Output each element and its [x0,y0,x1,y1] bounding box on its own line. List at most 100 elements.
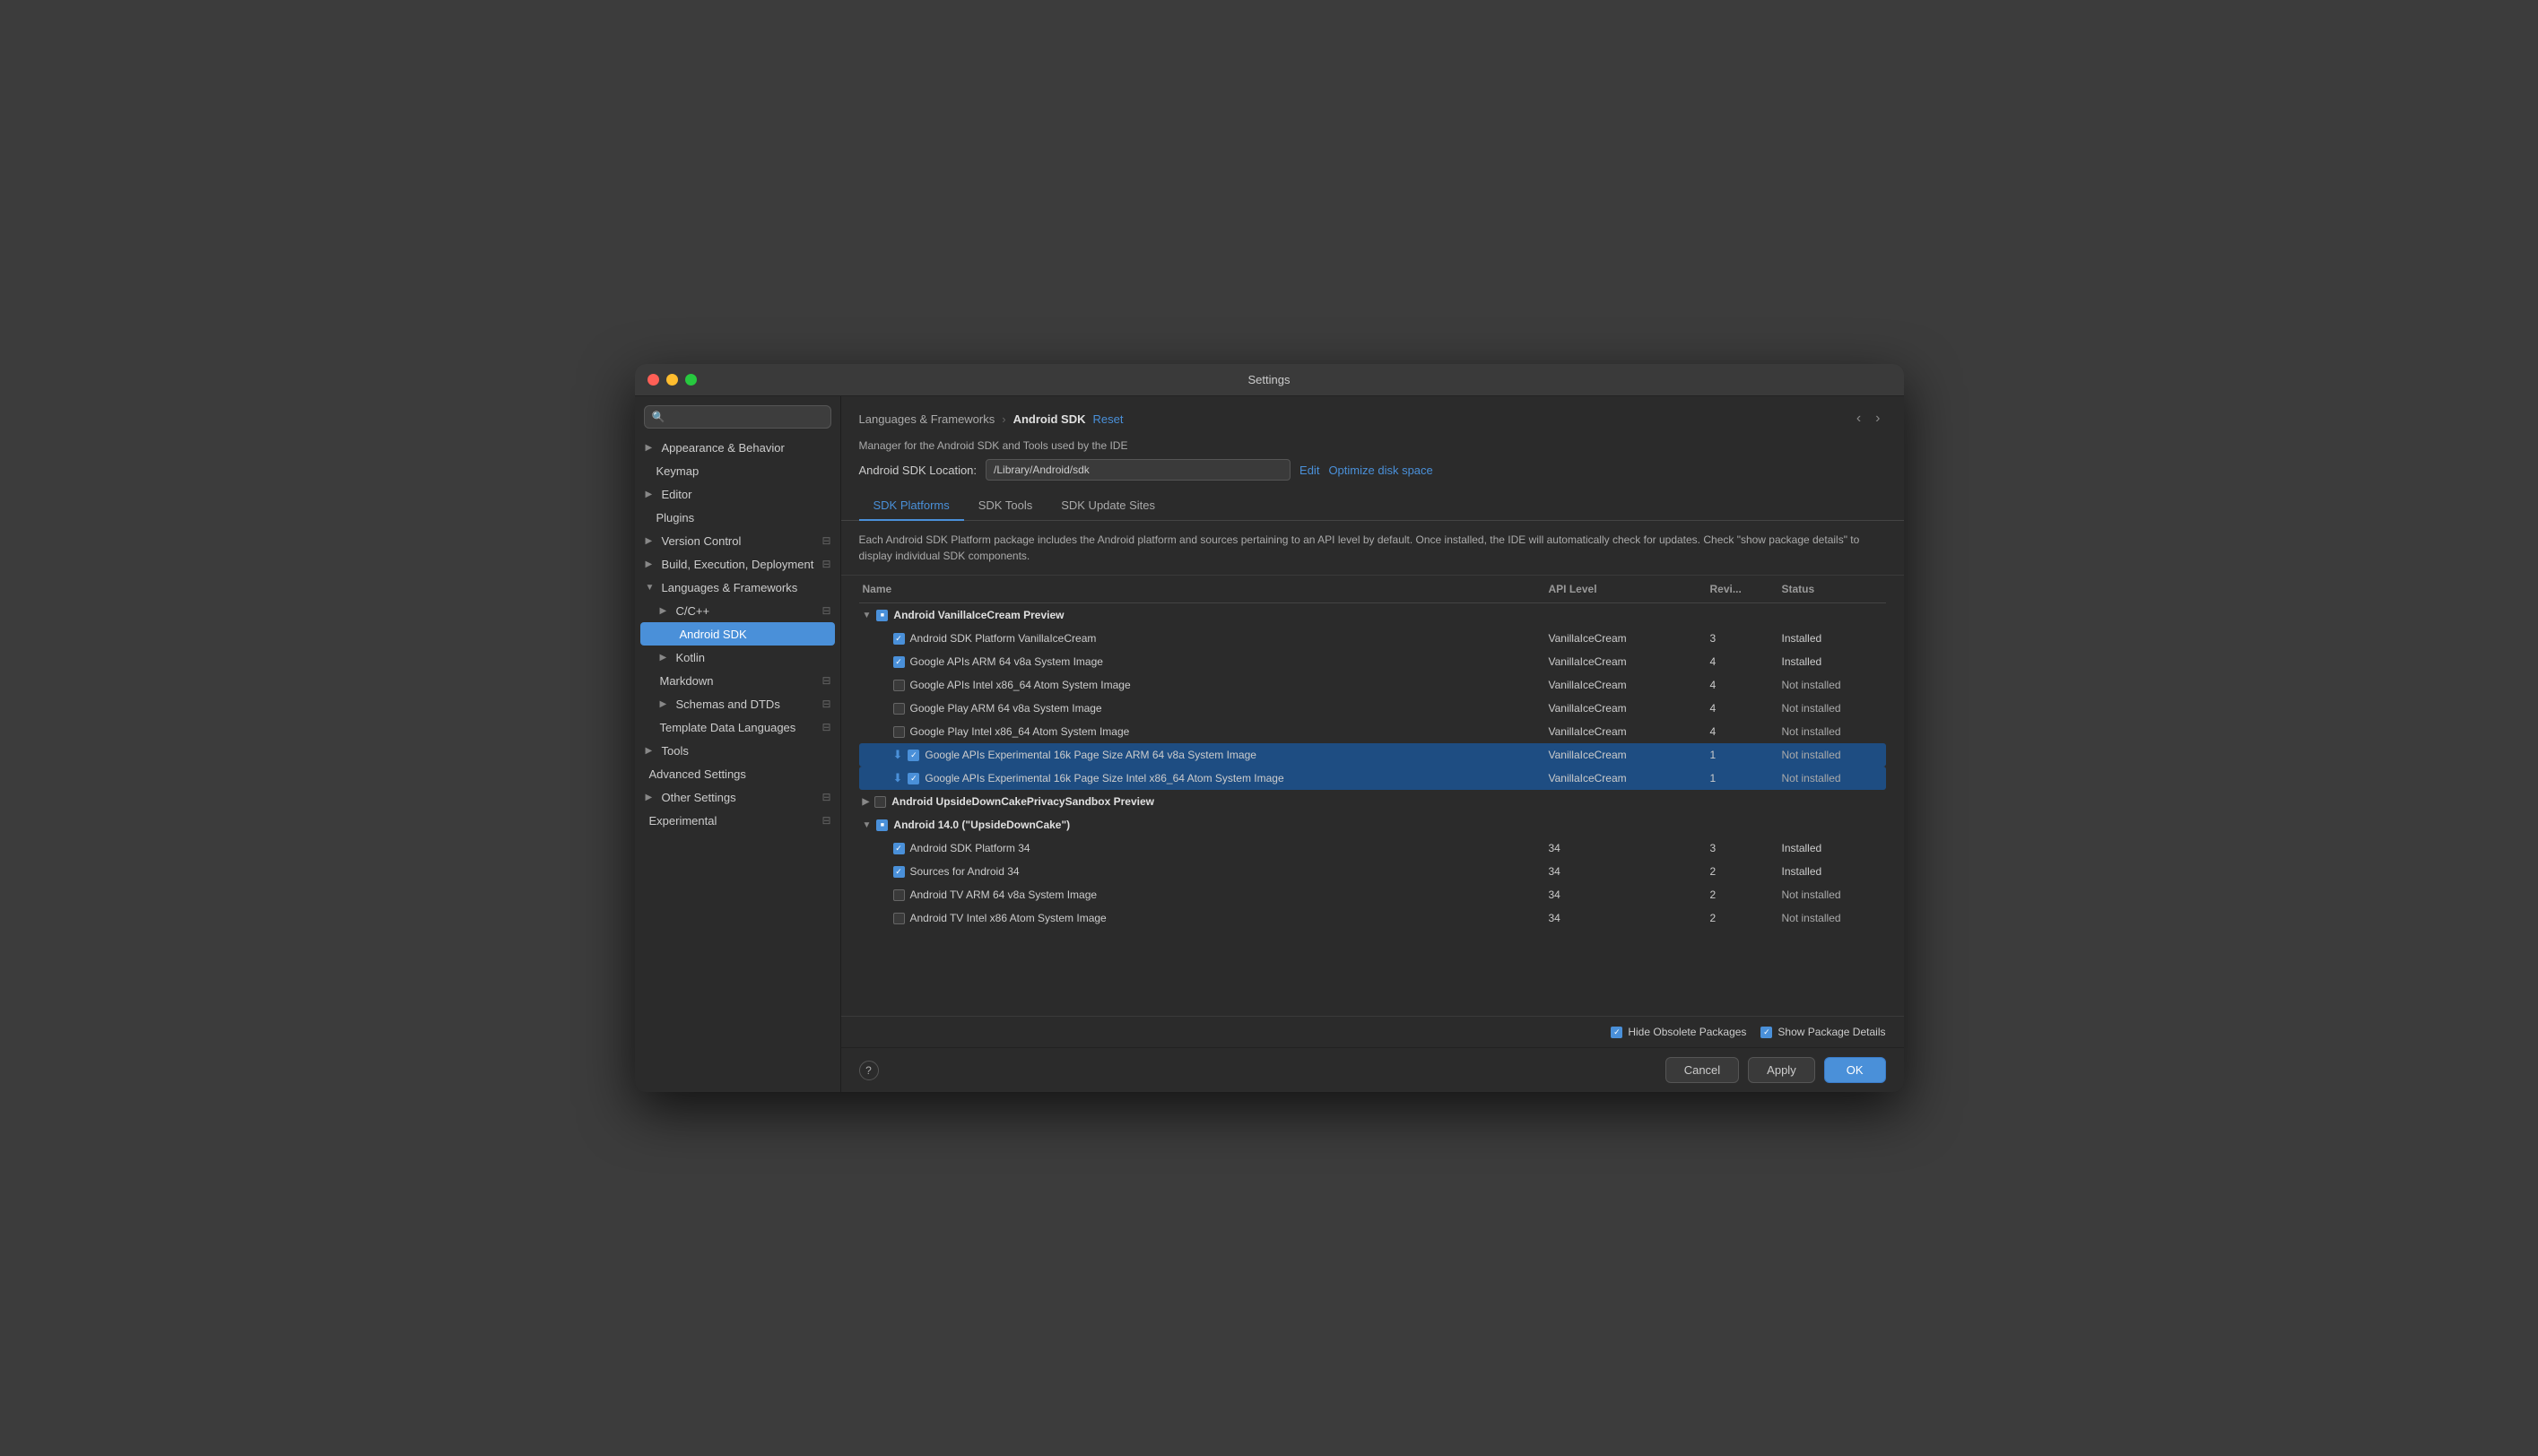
privacy-sandbox-group-checkbox[interactable] [874,796,886,808]
row-checkbox[interactable] [893,633,905,645]
other-icon: ⊟ [821,791,830,803]
android14-group-checkbox[interactable] [876,819,888,831]
header-name: Name [859,583,1545,595]
reset-button[interactable]: Reset [1092,412,1123,426]
row-checkbox[interactable] [893,866,905,878]
group-android14[interactable]: ▼ Android 14.0 ("UpsideDownCake") [859,813,1886,836]
table-row: Android SDK Platform 34 34 3 Installed [859,836,1886,860]
row-name: Google APIs Experimental 16k Page Size A… [925,749,1256,761]
breadcrumb-parent: Languages & Frameworks [859,412,995,426]
row-api-level: 34 [1545,839,1707,857]
sidebar-item-plugins[interactable]: Plugins [635,506,840,529]
row-checkbox[interactable] [908,750,919,761]
help-button[interactable]: ? [859,1061,879,1080]
traffic-lights [648,374,697,386]
maximize-button[interactable] [685,374,697,386]
nav-forward-button[interactable]: › [1870,409,1885,429]
sidebar-item-cpp[interactable]: ▶ C/C++ ⊟ [635,599,840,622]
row-revision: 4 [1707,723,1778,741]
chevron-right-icon: ▶ [863,797,870,807]
chevron-right-icon: ▶ [660,699,673,709]
chevron-right-icon: ▶ [646,490,658,499]
optimize-button[interactable]: Optimize disk space [1328,464,1432,477]
chevron-right-icon: ▶ [660,606,673,616]
table-row: Android SDK Platform VanillaIceCream Van… [859,627,1886,650]
sidebar-item-appearance[interactable]: ▶ Appearance & Behavior [635,436,840,459]
row-revision: 2 [1707,909,1778,927]
row-checkbox[interactable] [893,656,905,668]
sidebar-item-label: Tools [662,744,831,758]
sidebar-item-label: Android SDK [680,628,826,641]
row-checkbox[interactable] [893,889,905,901]
minimize-button[interactable] [666,374,678,386]
row-name: Google Play ARM 64 v8a System Image [910,702,1102,715]
row-name: Google APIs ARM 64 v8a System Image [910,655,1103,668]
group-privacy-sandbox[interactable]: ▶ Android UpsideDownCakePrivacySandbox P… [859,790,1886,813]
row-checkbox[interactable] [908,773,919,784]
sidebar-item-advanced[interactable]: Advanced Settings [635,762,840,785]
sidebar-item-markdown[interactable]: Markdown ⊟ [635,669,840,692]
search-input[interactable] [670,411,822,423]
chevron-down-icon: ▼ [646,583,658,593]
sidebar-item-version-control[interactable]: ▶ Version Control ⊟ [635,529,840,552]
group-label: Android VanillaIceCream Preview [893,609,1064,621]
row-name: Google APIs Intel x86_64 Atom System Ima… [910,679,1131,691]
ok-button[interactable]: OK [1824,1057,1886,1083]
cancel-button[interactable]: Cancel [1665,1057,1739,1083]
sidebar-item-experimental[interactable]: Experimental ⊟ [635,809,840,832]
template-icon: ⊟ [821,721,830,733]
vanilla-group-checkbox[interactable] [876,610,888,621]
group-label: Android 14.0 ("UpsideDownCake") [893,819,1070,831]
group-vanilla[interactable]: ▼ Android VanillaIceCream Preview [859,603,1886,627]
search-icon: 🔍 [652,411,665,423]
row-checkbox[interactable] [893,913,905,924]
sidebar-item-label: Markdown [660,674,819,688]
nav-back-button[interactable]: ‹ [1851,409,1866,429]
row-name: Sources for Android 34 [910,865,1020,878]
sidebar-item-tools[interactable]: ▶ Tools [635,739,840,762]
sidebar-item-languages[interactable]: ▼ Languages & Frameworks [635,576,840,599]
sidebar-item-label: C/C++ [676,604,819,618]
sdk-location-input[interactable] [986,459,1291,481]
row-checkbox[interactable] [893,726,905,738]
breadcrumb: Languages & Frameworks › Android SDK Res… [841,396,1904,429]
table-row[interactable]: ⬇ Google APIs Experimental 16k Page Size… [859,767,1886,790]
row-status: Installed [1778,839,1886,857]
hide-obsolete-checkbox[interactable] [1611,1027,1622,1038]
row-status: Not installed [1778,746,1886,764]
sidebar-item-keymap[interactable]: Keymap [635,459,840,482]
search-box[interactable]: 🔍 [644,405,831,429]
download-icon: ⬇ [893,771,903,785]
sidebar-item-android-sdk[interactable]: Android SDK [640,622,835,646]
hide-obsolete-option[interactable]: Hide Obsolete Packages [1611,1026,1746,1038]
chevron-down-icon: ▼ [863,820,872,830]
show-details-checkbox[interactable] [1760,1027,1772,1038]
sidebar-item-schemas[interactable]: ▶ Schemas and DTDs ⊟ [635,692,840,715]
close-button[interactable] [648,374,659,386]
row-revision: 3 [1707,629,1778,647]
sidebar-item-editor[interactable]: ▶ Editor [635,482,840,506]
tab-sdk-update-sites[interactable]: SDK Update Sites [1047,491,1169,521]
show-details-option[interactable]: Show Package Details [1760,1026,1885,1038]
sidebar-item-label: Kotlin [676,651,831,664]
row-checkbox[interactable] [893,703,905,715]
edit-button[interactable]: Edit [1299,464,1319,477]
apply-button[interactable]: Apply [1748,1057,1815,1083]
sidebar-item-build[interactable]: ▶ Build, Execution, Deployment ⊟ [635,552,840,576]
row-status: Not installed [1778,769,1886,787]
row-revision: 2 [1707,886,1778,904]
table-row[interactable]: ⬇ Google APIs Experimental 16k Page Size… [859,743,1886,767]
row-checkbox[interactable] [893,843,905,854]
sidebar-item-template-data[interactable]: Template Data Languages ⊟ [635,715,840,739]
hide-obsolete-label: Hide Obsolete Packages [1628,1026,1746,1038]
row-name: Android SDK Platform 34 [910,842,1030,854]
tab-sdk-tools[interactable]: SDK Tools [964,491,1047,521]
tab-sdk-platforms[interactable]: SDK Platforms [859,491,964,521]
sidebar-item-kotlin[interactable]: ▶ Kotlin [635,646,840,669]
breadcrumb-current: Android SDK [1013,412,1086,426]
schemas-icon: ⊟ [821,698,830,710]
experimental-icon: ⊟ [821,814,830,827]
sidebar-item-label: Other Settings [662,791,819,804]
sidebar-item-other[interactable]: ▶ Other Settings ⊟ [635,785,840,809]
row-checkbox[interactable] [893,680,905,691]
